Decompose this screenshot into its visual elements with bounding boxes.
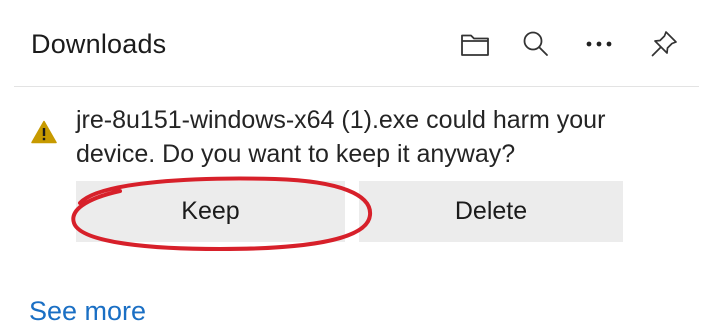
pin-button[interactable]	[640, 22, 688, 66]
search-icon	[523, 31, 548, 56]
downloads-panel: Downloads jre-8u151-windows-x64 (1).exe …	[0, 0, 713, 327]
folder-icon	[461, 34, 489, 56]
warning-icon	[31, 120, 57, 144]
more-options-button[interactable]	[575, 22, 623, 66]
more-options-icon	[586, 41, 612, 47]
warning-message: jre-8u151-windows-x64 (1).exe could harm…	[76, 106, 606, 168]
panel-title: Downloads	[31, 29, 167, 59]
downloads-header: Downloads	[0, 0, 713, 88]
see-more-link[interactable]: See more	[29, 296, 146, 327]
keep-button[interactable]: Keep	[76, 181, 345, 242]
header-divider	[14, 86, 699, 87]
pin-icon	[651, 31, 677, 57]
delete-button[interactable]: Delete	[359, 181, 623, 242]
search-button[interactable]	[512, 22, 560, 66]
open-folder-button[interactable]	[451, 22, 499, 66]
